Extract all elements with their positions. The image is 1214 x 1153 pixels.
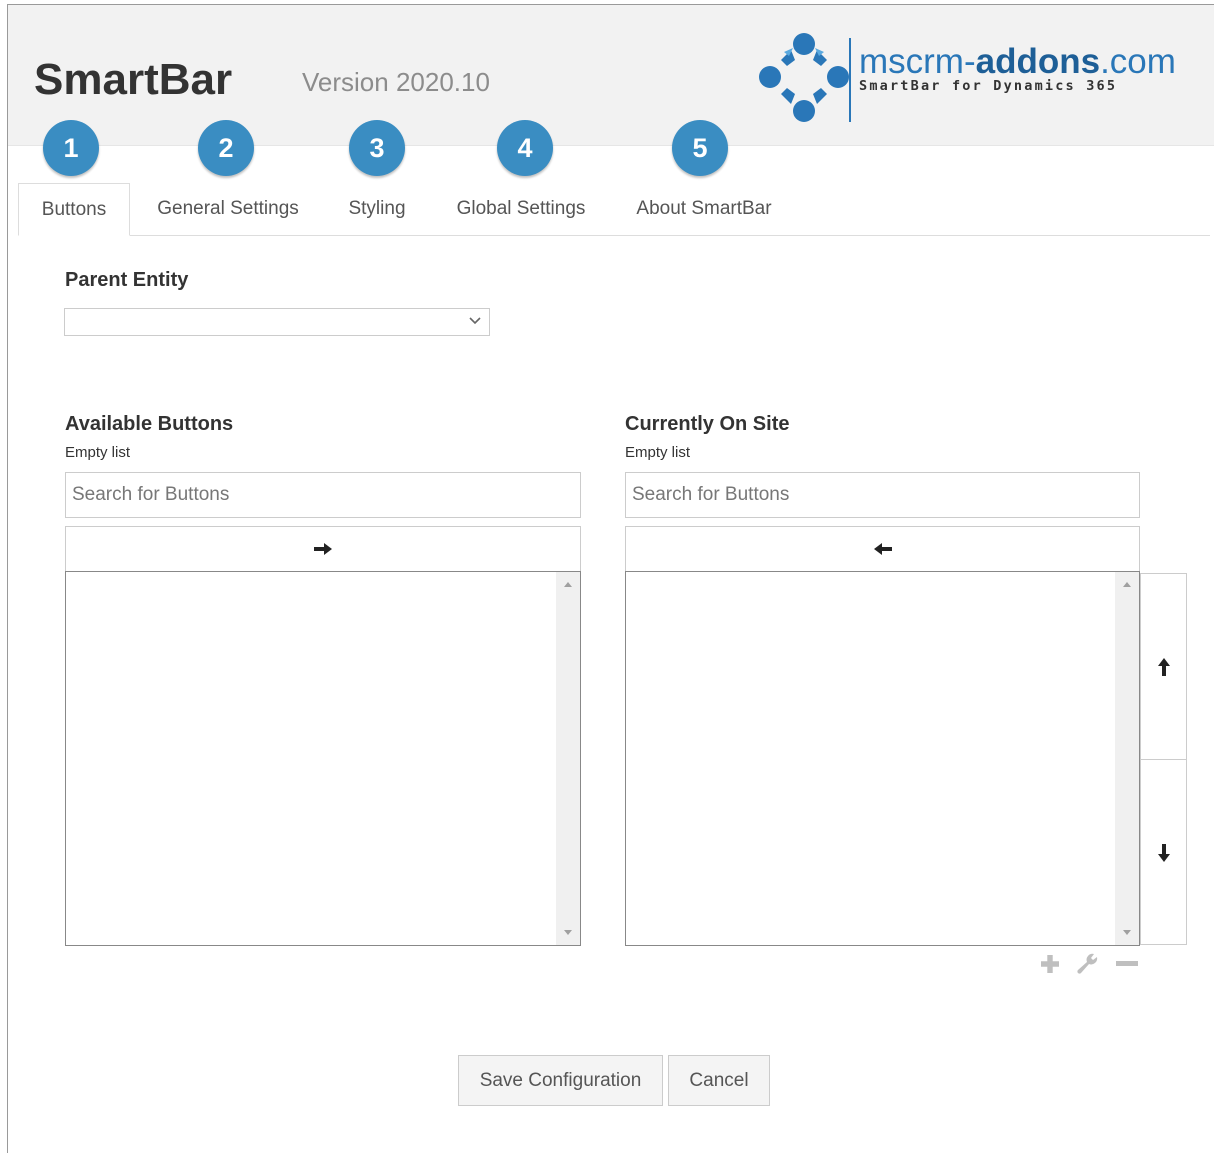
step-badge-4: 4 <box>497 120 553 176</box>
scroll-up-icon[interactable] <box>1122 580 1132 588</box>
cancel-button[interactable]: Cancel <box>668 1055 770 1106</box>
tab-general-settings[interactable]: General Settings <box>146 183 310 235</box>
arrow-up-icon <box>1157 657 1170 676</box>
step-badge-1: 1 <box>43 120 99 176</box>
scroll-up-icon[interactable] <box>563 580 573 588</box>
plus-icon[interactable] <box>1038 952 1062 976</box>
tab-about-smartbar[interactable]: About SmartBar <box>624 183 784 235</box>
current-list-scrollbar[interactable] <box>1115 572 1139 945</box>
currently-on-site-status: Empty list <box>625 444 691 461</box>
move-down-button[interactable] <box>1141 760 1186 945</box>
app-title: SmartBar <box>34 55 233 104</box>
wrench-icon[interactable] <box>1076 952 1100 976</box>
mscrm-addons-logo: mscrm-addons.com SmartBar for Dynamics 3… <box>757 30 1187 125</box>
logo-divider <box>849 38 851 122</box>
logo-text: mscrm-addons.com SmartBar for Dynamics 3… <box>859 42 1176 95</box>
version-label: Version 2020.10 <box>302 67 490 97</box>
step-badge-5: 5 <box>672 120 728 176</box>
available-buttons-status: Empty list <box>65 444 131 461</box>
move-left-button[interactable] <box>625 526 1140 572</box>
tab-buttons[interactable]: Buttons <box>18 183 130 236</box>
scroll-down-icon[interactable] <box>1122 929 1132 937</box>
tab-styling[interactable]: Styling <box>336 183 418 235</box>
currently-on-site-title: Currently On Site <box>625 413 790 435</box>
move-right-button[interactable] <box>65 526 581 572</box>
parent-entity-select[interactable] <box>64 308 490 336</box>
available-buttons-title: Available Buttons <box>65 413 234 435</box>
step-badge-3: 3 <box>349 120 405 176</box>
available-list-scrollbar[interactable] <box>556 572 580 945</box>
available-search-input[interactable]: Search for Buttons <box>65 472 581 518</box>
logo-wordmark: mscrm-addons.com <box>859 42 1176 81</box>
tab-bar: Buttons General Settings Styling Global … <box>18 183 1210 236</box>
tab-global-settings[interactable]: Global Settings <box>446 183 596 235</box>
arrow-down-icon <box>1157 843 1170 862</box>
step-badge-2: 2 <box>198 120 254 176</box>
currently-on-site-list[interactable] <box>625 571 1140 946</box>
chevron-down-icon <box>469 317 481 325</box>
save-configuration-button[interactable]: Save Configuration <box>458 1055 663 1106</box>
arrow-right-icon <box>314 543 332 555</box>
arrow-left-icon <box>873 543 892 555</box>
reorder-buttons <box>1140 573 1187 945</box>
move-up-button[interactable] <box>1141 574 1186 759</box>
scroll-down-icon[interactable] <box>563 929 573 937</box>
current-search-input[interactable]: Search for Buttons <box>625 472 1140 518</box>
logo-emblem-icon <box>759 33 849 122</box>
parent-entity-label: Parent Entity <box>65 269 189 291</box>
minus-icon[interactable] <box>1115 952 1139 976</box>
available-buttons-list[interactable] <box>65 571 581 946</box>
